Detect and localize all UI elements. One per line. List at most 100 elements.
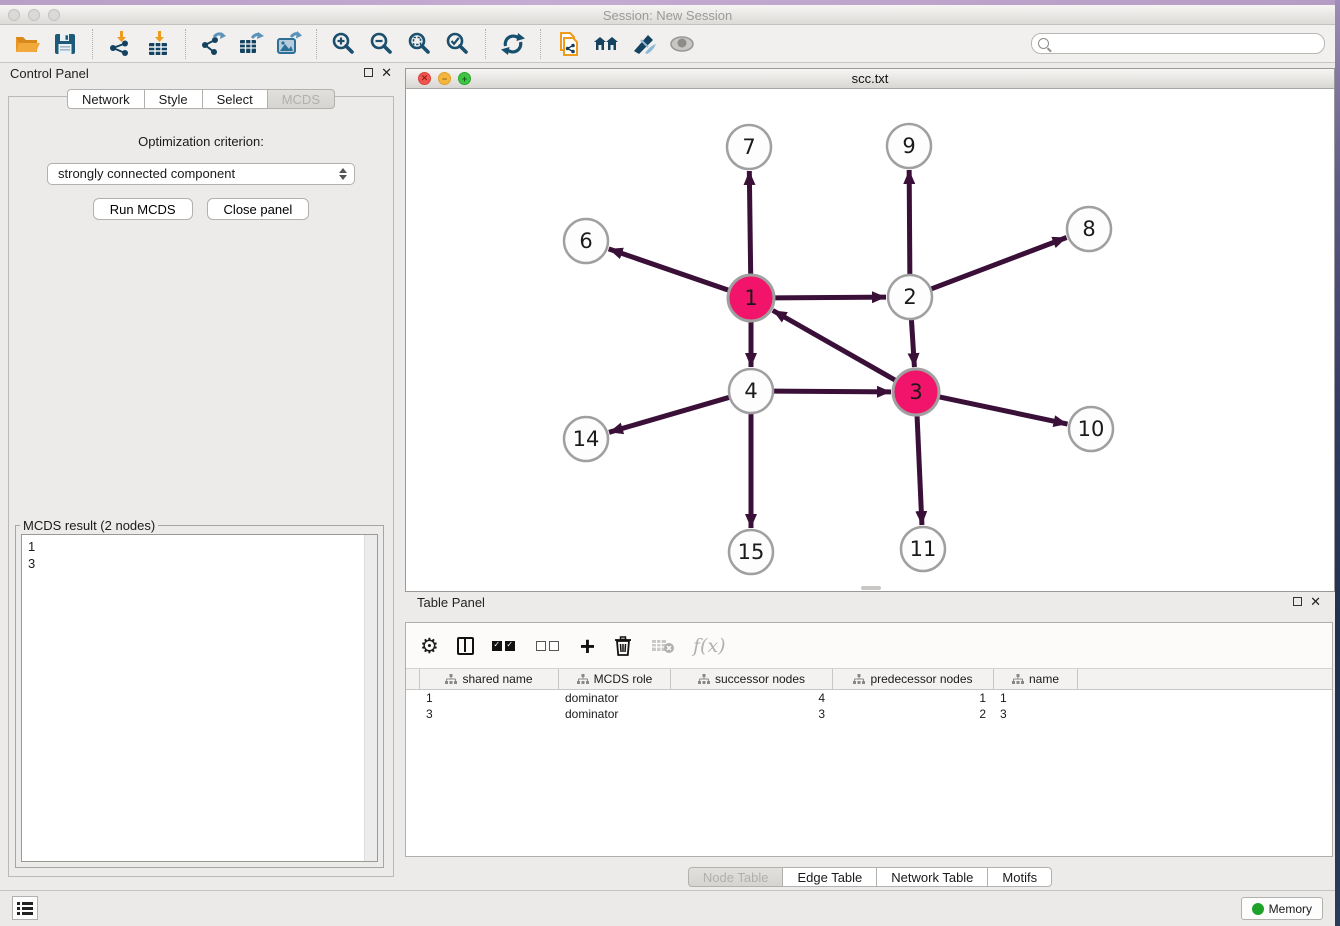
- table-toolbar: ⚙ + f(x): [406, 623, 1332, 669]
- column-header-shared-name[interactable]: shared name: [420, 669, 559, 689]
- control-panel-float-icon[interactable]: [364, 68, 373, 77]
- memory-button[interactable]: Memory: [1241, 897, 1323, 920]
- tab-motifs[interactable]: Motifs: [988, 867, 1052, 887]
- tab-style[interactable]: Style: [145, 89, 203, 109]
- table-rows: 1dominator4113dominator323: [406, 690, 1332, 722]
- edge-1-7[interactable]: [749, 171, 750, 274]
- deselect-all-checkboxes-icon[interactable]: [536, 631, 562, 661]
- status-bar: Memory: [0, 890, 1335, 926]
- export-image-icon[interactable]: [274, 29, 304, 59]
- graph-node-7[interactable]: 7: [727, 125, 771, 169]
- graph-node-6[interactable]: 6: [564, 219, 608, 263]
- zoom-selected-icon[interactable]: [443, 29, 473, 59]
- graph-node-4[interactable]: 4: [729, 369, 773, 413]
- edge-1-6[interactable]: [609, 249, 729, 290]
- column-header-successor-nodes[interactable]: successor nodes: [671, 669, 833, 689]
- svg-text:4: 4: [744, 379, 757, 403]
- zoom-out-icon[interactable]: [367, 29, 397, 59]
- refresh-view-icon[interactable]: [498, 29, 528, 59]
- table-panel-close-icon[interactable]: ✕: [1310, 596, 1321, 607]
- criterion-select[interactable]: strongly connected component: [47, 163, 355, 185]
- tab-select[interactable]: Select: [203, 89, 268, 109]
- zoom-fit-icon[interactable]: [405, 29, 435, 59]
- search-input[interactable]: [1053, 37, 1324, 51]
- mcds-result-list[interactable]: 1 3: [21, 534, 378, 862]
- edge-3-1[interactable]: [773, 310, 895, 380]
- column-header-predecessor-nodes[interactable]: predecessor nodes: [833, 669, 994, 689]
- cell-name[interactable]: 3: [994, 706, 1078, 722]
- import-network-icon[interactable]: [105, 29, 135, 59]
- svg-text:7: 7: [742, 135, 755, 159]
- graph-node-9[interactable]: 9: [887, 124, 931, 168]
- edge-2-9[interactable]: [909, 170, 910, 274]
- task-history-button[interactable]: [12, 896, 38, 920]
- cell-predecessor-nodes[interactable]: 1: [833, 690, 994, 706]
- first-neighbors-icon[interactable]: [591, 29, 621, 59]
- edge-1-2[interactable]: [775, 297, 886, 298]
- import-table-icon[interactable]: [143, 29, 173, 59]
- zoom-in-icon[interactable]: [329, 29, 359, 59]
- tab-network[interactable]: Network: [67, 89, 145, 109]
- cell-predecessor-nodes[interactable]: 2: [833, 706, 994, 722]
- tab-edge-table[interactable]: Edge Table: [783, 867, 877, 887]
- graph-node-11[interactable]: 11: [901, 527, 945, 571]
- graph-node-8[interactable]: 8: [1067, 207, 1111, 251]
- network-canvas[interactable]: 7 9 6 8 1 2 4 3 14 10 15 11: [406, 90, 1334, 591]
- split-view-icon[interactable]: [457, 631, 474, 661]
- run-mcds-button[interactable]: Run MCDS: [93, 198, 193, 220]
- column-header-MCDS-role[interactable]: MCDS role: [559, 669, 671, 689]
- table-settings-icon[interactable]: ⚙: [420, 631, 439, 661]
- cell-MCDS-role[interactable]: dominator: [559, 706, 671, 722]
- control-panel-tabs: NetworkStyleSelectMCDS: [2, 89, 400, 109]
- edge-4-14[interactable]: [609, 397, 729, 432]
- edge-2-8[interactable]: [932, 238, 1067, 289]
- save-session-icon[interactable]: [50, 29, 80, 59]
- table-panel-float-icon[interactable]: [1293, 597, 1302, 606]
- mcds-panel-body: Optimization criterion: strongly connect…: [8, 96, 394, 877]
- tab-network-table[interactable]: Network Table: [877, 867, 988, 887]
- add-column-icon[interactable]: +: [580, 631, 595, 661]
- table-row[interactable]: 1dominator411: [406, 690, 1332, 706]
- result-scrollbar[interactable]: [364, 535, 377, 861]
- graph-node-3[interactable]: 3: [893, 369, 939, 415]
- graph-node-15[interactable]: 15: [729, 530, 773, 574]
- cell-successor-nodes[interactable]: 3: [671, 706, 833, 722]
- open-file-icon[interactable]: [12, 29, 42, 59]
- cell-shared-name[interactable]: 1: [420, 690, 559, 706]
- table-panel-inner: ⚙ + f(x) shared nameMCDS rolesuccessor n…: [405, 622, 1333, 857]
- close-panel-button[interactable]: Close panel: [207, 198, 310, 220]
- canvas-hscroll-thumb[interactable]: [861, 586, 881, 590]
- svg-text:14: 14: [573, 427, 600, 451]
- cell-successor-nodes[interactable]: 4: [671, 690, 833, 706]
- control-panel-title: Control Panel: [2, 66, 89, 81]
- column-header-name[interactable]: name: [994, 669, 1078, 689]
- visual-style-icon[interactable]: [629, 29, 659, 59]
- table-row[interactable]: 3dominator323: [406, 706, 1332, 722]
- cell-shared-name[interactable]: 3: [420, 706, 559, 722]
- mcds-result-title: MCDS result (2 nodes): [20, 518, 158, 533]
- tab-node-table[interactable]: Node Table: [688, 867, 784, 887]
- svg-text:9: 9: [902, 134, 915, 158]
- network-window-titlebar[interactable]: ✕ − + scc.txt: [406, 69, 1334, 89]
- graph-node-2[interactable]: 2: [888, 275, 932, 319]
- show-hide-icon[interactable]: [667, 29, 697, 59]
- edge-2-3[interactable]: [911, 320, 914, 367]
- graph-node-14[interactable]: 14: [564, 417, 608, 461]
- search-box[interactable]: [1031, 33, 1325, 54]
- delete-columns-icon[interactable]: [613, 631, 633, 661]
- graph-node-10[interactable]: 10: [1069, 407, 1113, 451]
- export-network-icon[interactable]: [198, 29, 228, 59]
- export-table-icon[interactable]: [236, 29, 266, 59]
- optimization-criterion-label: Optimization criterion:: [9, 134, 393, 149]
- duplicate-network-icon[interactable]: [553, 29, 583, 59]
- control-panel-close-icon[interactable]: ✕: [381, 67, 392, 78]
- table-header-row: shared nameMCDS rolesuccessor nodesprede…: [406, 669, 1332, 690]
- tab-mcds[interactable]: MCDS: [268, 89, 335, 109]
- edge-3-10[interactable]: [939, 397, 1067, 424]
- cell-MCDS-role[interactable]: dominator: [559, 690, 671, 706]
- graph-node-1[interactable]: 1: [728, 275, 774, 321]
- edge-4-3[interactable]: [774, 391, 891, 392]
- edge-3-11[interactable]: [917, 416, 922, 525]
- cell-name[interactable]: 1: [994, 690, 1078, 706]
- select-all-checkboxes-icon[interactable]: [492, 631, 518, 661]
